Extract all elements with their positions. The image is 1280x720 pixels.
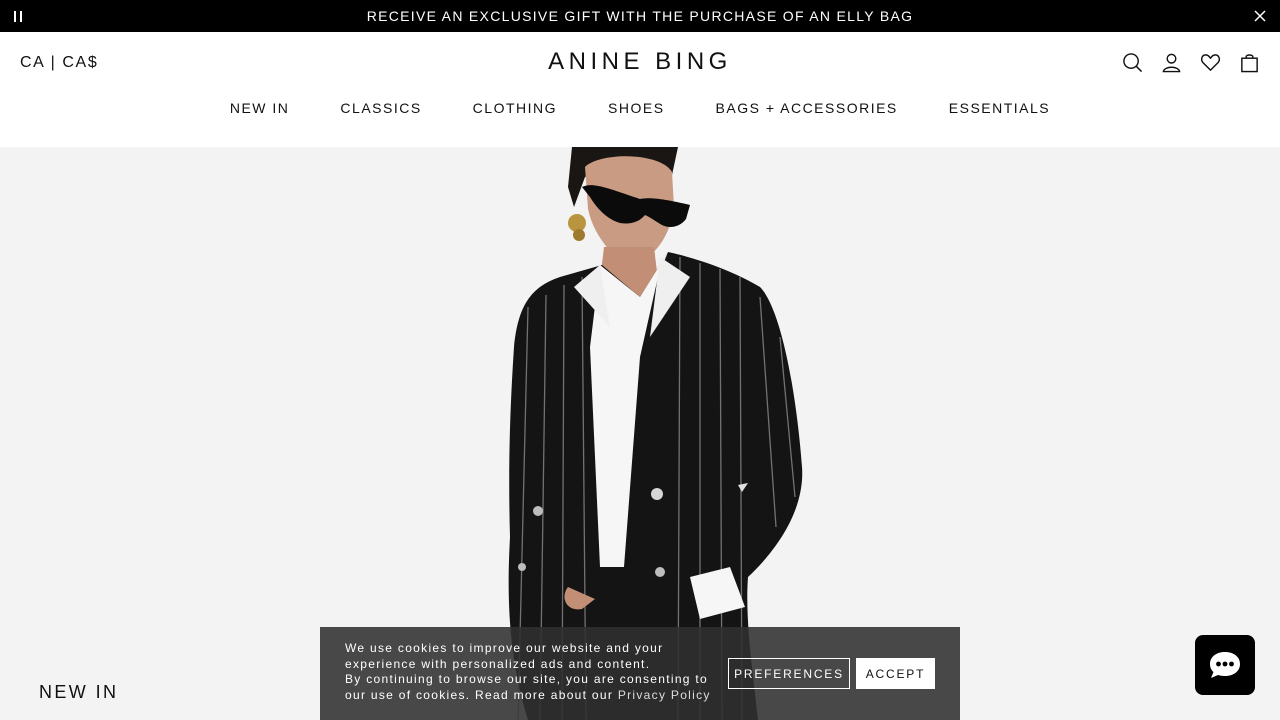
pause-icon[interactable] <box>12 9 26 23</box>
search-icon[interactable] <box>1122 52 1143 73</box>
site-header: CA | CA$ ANINE BING NEW IN CLASSICS CLOT… <box>0 32 1280 147</box>
chat-launcher-button[interactable] <box>1195 635 1255 695</box>
cookie-preferences-button[interactable]: PREFERENCES <box>728 658 850 689</box>
cookie-line: We use cookies to improve our website an… <box>345 641 664 655</box>
nav-item-clothing[interactable]: CLOTHING <box>473 100 557 116</box>
nav-item-shoes[interactable]: SHOES <box>608 100 665 116</box>
cookie-line: experience with personalized ads and con… <box>345 656 651 671</box>
hero-title[interactable]: NEW IN <box>39 682 118 703</box>
nav-item-classics[interactable]: CLASSICS <box>340 100 421 116</box>
cookie-banner: We use cookies to improve our website an… <box>320 627 960 720</box>
cookie-line-text: our use of cookies. Read more about our <box>345 687 614 702</box>
wishlist-heart-icon[interactable] <box>1200 52 1221 73</box>
cookie-line: By continuing to browse our site, you ar… <box>345 672 709 686</box>
brand-logo[interactable]: ANINE BING <box>0 48 1280 76</box>
close-icon[interactable] <box>1252 8 1268 24</box>
account-icon[interactable] <box>1161 52 1182 73</box>
header-icons <box>1122 52 1260 73</box>
privacy-policy-link[interactable]: Privacy Policy <box>618 688 711 702</box>
cookie-line: our use of cookies. Read more about our … <box>345 688 715 704</box>
cookie-message: We use cookies to improve our website an… <box>345 641 715 703</box>
main-navigation: NEW IN CLASSICS CLOTHING SHOES BAGS + AC… <box>0 100 1280 116</box>
shopping-bag-icon[interactable] <box>1239 52 1260 73</box>
announcement-bar: RECEIVE AN EXCLUSIVE GIFT WITH THE PURCH… <box>0 0 1280 32</box>
nav-item-bags-accessories[interactable]: BAGS + ACCESSORIES <box>716 100 898 116</box>
nav-item-new-in[interactable]: NEW IN <box>230 100 290 116</box>
nav-item-essentials[interactable]: ESSENTIALS <box>949 100 1050 116</box>
announcement-message[interactable]: RECEIVE AN EXCLUSIVE GIFT WITH THE PURCH… <box>367 8 914 24</box>
chat-bubble-icon <box>1210 652 1240 678</box>
cookie-accept-button[interactable]: ACCEPT <box>856 658 935 689</box>
